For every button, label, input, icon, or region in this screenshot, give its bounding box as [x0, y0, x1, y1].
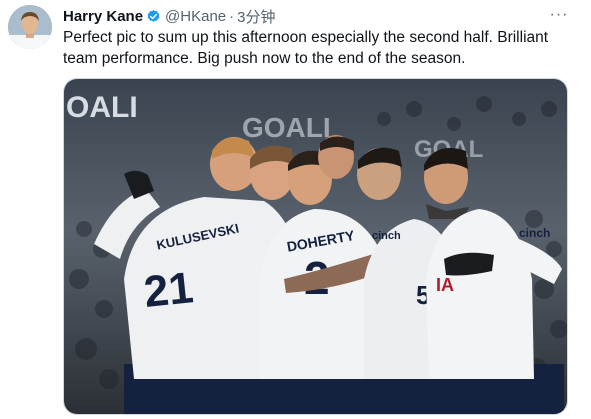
tweet-text: Perfect pic to sum up this afternoon esp…	[63, 29, 549, 67]
shirt-number-left: 21	[142, 263, 196, 317]
stand-sign-1: OALI	[66, 91, 138, 124]
avatar[interactable]	[8, 5, 52, 49]
handle[interactable]: @HKane	[165, 8, 226, 25]
separator-dot: ·	[229, 7, 235, 25]
tweet: Harry Kane @HKane · 3分钟 ··· Perfect pic …	[0, 0, 591, 419]
timestamp[interactable]: 3分钟	[237, 6, 275, 27]
display-name[interactable]: Harry Kane	[63, 8, 143, 25]
stand-sign-2: GOALI	[242, 112, 331, 143]
shirt-sponsor-center: cinch	[372, 230, 401, 242]
verified-badge-icon	[146, 9, 161, 24]
shirt-sponsor-right: cinch	[519, 226, 550, 240]
tweet-photo[interactable]: OALI GOALI GOAL 21 KULUSEVSKI DOHERTY 2	[63, 78, 568, 415]
shirt-partial-right: IA	[436, 275, 454, 295]
more-options-icon[interactable]: ···	[548, 6, 570, 24]
tweet-header: Harry Kane @HKane · 3分钟	[63, 6, 275, 27]
